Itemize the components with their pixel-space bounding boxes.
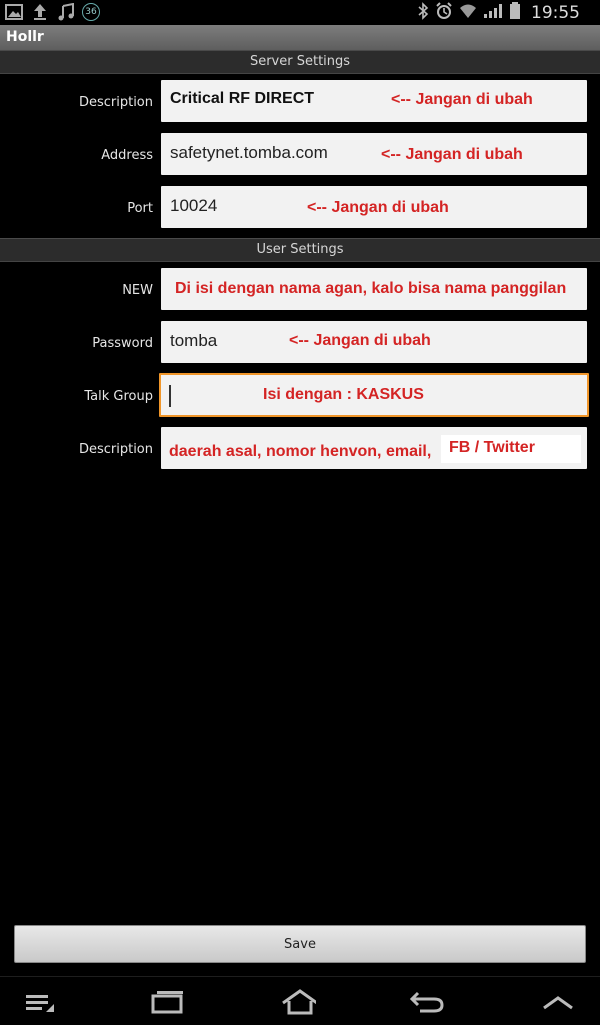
save-button[interactable]: Save	[14, 925, 586, 963]
port-label: Port	[127, 201, 153, 216]
server-description-label: Description	[78, 95, 153, 110]
port-value: 10024	[170, 196, 218, 215]
home-icon[interactable]	[280, 987, 316, 1017]
talk-group-note: Isi dengan : KASKUS	[263, 386, 424, 403]
clock: 19:55	[531, 3, 580, 23]
alarm-icon	[435, 2, 453, 24]
notification-icons: 36	[4, 3, 100, 21]
password-note: <-- Jangan di ubah	[289, 332, 431, 349]
user-description-field[interactable]: daerah asal, nomor henvon, email, FB / T…	[161, 427, 587, 469]
app-title-bar: Hollr	[0, 25, 600, 50]
password-value: tomba	[170, 331, 218, 350]
user-description-label: Description	[78, 442, 153, 457]
gallery-icon	[4, 3, 24, 21]
music-icon	[56, 3, 76, 21]
port-note: <-- Jangan di ubah	[307, 199, 449, 216]
battery-icon	[509, 2, 521, 24]
status-bar: 36 19:55	[0, 0, 600, 25]
server-settings-header: Server Settings	[0, 50, 600, 74]
system-icons: 19:55	[417, 2, 580, 24]
upload-icon	[30, 3, 50, 21]
menu-icon[interactable]	[22, 987, 58, 1017]
password-field[interactable]: tomba <-- Jangan di ubah	[161, 321, 587, 363]
navigation-bar	[0, 976, 600, 1025]
talk-group-field[interactable]: Isi dengan : KASKUS	[159, 373, 589, 417]
notification-badge: 36	[82, 3, 100, 21]
address-note: <-- Jangan di ubah	[381, 146, 523, 163]
new-label: NEW	[122, 283, 153, 298]
address-field[interactable]: safetynet.tomba.com <-- Jangan di ubah	[161, 133, 587, 175]
address-value: safetynet.tomba.com	[170, 143, 328, 162]
talk-group-label: Talk Group	[84, 389, 153, 404]
address-label: Address	[101, 148, 153, 163]
password-label: Password	[92, 336, 153, 351]
server-description-value: Critical RF DIRECT	[170, 90, 315, 107]
recent-apps-icon[interactable]	[150, 987, 186, 1017]
server-description-field[interactable]: Critical RF DIRECT <-- Jangan di ubah	[161, 80, 587, 122]
user-description-note: daerah asal, nomor henvon, email,	[169, 443, 432, 460]
name-note: Di isi dengan nama agan, kalo bisa nama …	[175, 280, 567, 297]
chevron-up-icon[interactable]	[540, 987, 576, 1017]
bluetooth-icon	[417, 2, 429, 24]
wifi-icon	[459, 3, 477, 23]
back-icon[interactable]	[410, 987, 446, 1017]
server-description-note: <-- Jangan di ubah	[391, 91, 533, 108]
port-field[interactable]: 10024 <-- Jangan di ubah	[161, 186, 587, 228]
app-title: Hollr	[6, 29, 44, 45]
user-description-note-2: FB / Twitter	[449, 439, 535, 456]
name-field[interactable]: Di isi dengan nama agan, kalo bisa nama …	[161, 268, 587, 310]
user-settings-header: User Settings	[0, 238, 600, 262]
signal-icon	[483, 3, 503, 23]
text-cursor	[169, 385, 171, 407]
